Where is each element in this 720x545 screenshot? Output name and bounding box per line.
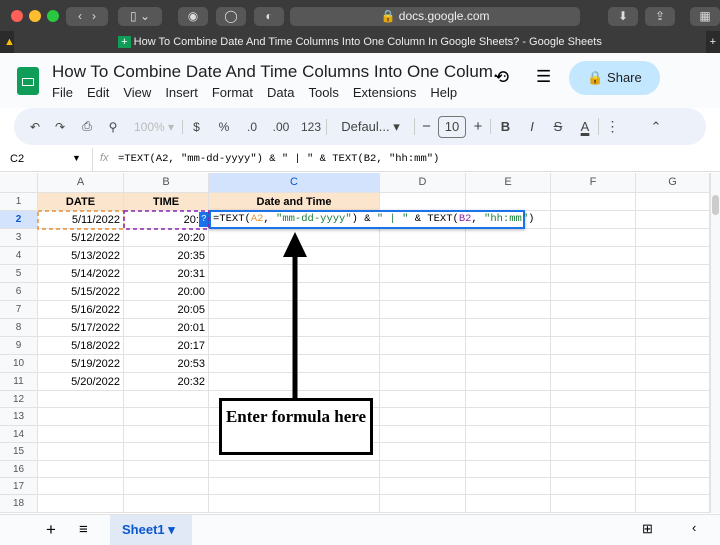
sheet-tab-label: Sheet1 <box>122 522 165 537</box>
explore-icon[interactable]: ⊞ <box>642 521 653 537</box>
sheet-tab-sheet1[interactable]: Sheet1 ▾ <box>110 515 192 545</box>
all-sheets-icon[interactable]: ≡ <box>79 521 88 538</box>
add-sheet-button[interactable]: + <box>46 520 56 540</box>
annotation-arrow <box>37 210 307 400</box>
collapse-panel-icon[interactable]: ‹ <box>692 520 696 535</box>
sheet-tabs-bar: + ≡ Sheet1 ▾ ⊞ ‹ <box>0 514 720 545</box>
annotation-box: Enter formula here <box>219 398 373 455</box>
